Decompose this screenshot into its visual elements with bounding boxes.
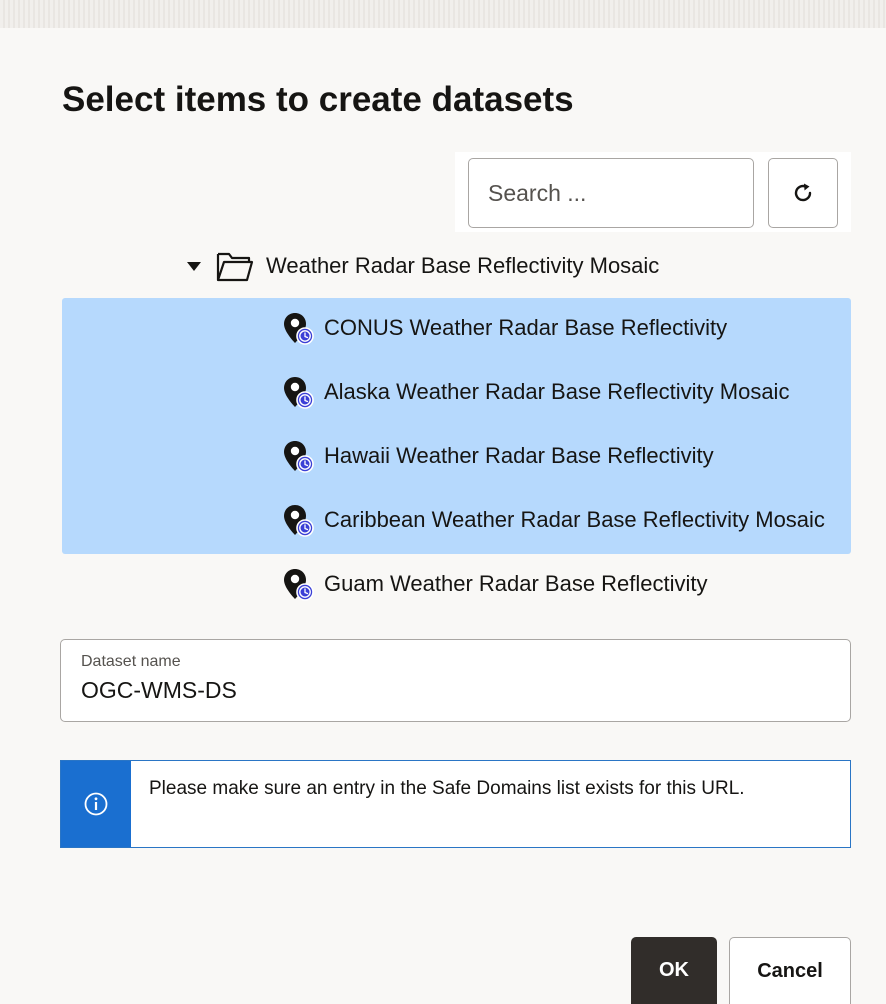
- dataset-name-value[interactable]: OGC-WMS-DS: [81, 677, 237, 704]
- layer-label: Caribbean Weather Radar Base Reflectivit…: [324, 507, 825, 532]
- info-icon: [84, 792, 108, 816]
- layer-label: Alaska Weather Radar Base Reflectivity M…: [324, 379, 790, 404]
- layer-item[interactable]: CONUS Weather Radar Base Reflectivity: [280, 308, 851, 348]
- ok-button[interactable]: OK: [631, 937, 717, 1004]
- layer-label: CONUS Weather Radar Base Reflectivity: [324, 315, 728, 340]
- map-pin-clock-icon: [284, 313, 314, 345]
- map-pin-clock-icon: [284, 569, 314, 601]
- info-banner-sidebar: [61, 761, 131, 847]
- layer-item[interactable]: Alaska Weather Radar Base Reflectivity M…: [280, 372, 851, 412]
- map-pin-clock-icon: [284, 505, 314, 537]
- info-message: Please make sure an entry in the Safe Do…: [149, 778, 745, 799]
- map-pin-clock-icon: [284, 441, 314, 473]
- dialog-title: Select items to create datasets: [62, 80, 574, 119]
- map-pin-clock-icon: [284, 377, 314, 409]
- dataset-name-field[interactable]: Dataset name OGC-WMS-DS: [60, 639, 851, 722]
- info-banner: Please make sure an entry in the Safe Do…: [60, 760, 851, 848]
- cancel-button[interactable]: Cancel: [729, 937, 851, 1004]
- tree-folder-node[interactable]: Weather Radar Base Reflectivity Mosaic: [186, 246, 659, 286]
- layer-item[interactable]: Caribbean Weather Radar Base Reflectivit…: [280, 500, 851, 540]
- dialog-top-edge: [0, 0, 886, 42]
- refresh-icon: [794, 183, 812, 202]
- layer-label: Guam Weather Radar Base Reflectivity: [324, 571, 708, 596]
- refresh-button[interactable]: [768, 158, 838, 228]
- folder-open-icon: [216, 250, 254, 282]
- dataset-name-label: Dataset name: [81, 653, 181, 670]
- search-input[interactable]: [468, 158, 754, 228]
- folder-label: Weather Radar Base Reflectivity Mosaic: [266, 253, 660, 278]
- layer-item[interactable]: Guam Weather Radar Base Reflectivity: [280, 564, 851, 604]
- layer-label: Hawaii Weather Radar Base Reflectivity: [324, 443, 714, 468]
- search-toolbar: [455, 152, 851, 232]
- layer-item[interactable]: Hawaii Weather Radar Base Reflectivity: [280, 436, 851, 476]
- caret-down-icon[interactable]: [186, 255, 208, 277]
